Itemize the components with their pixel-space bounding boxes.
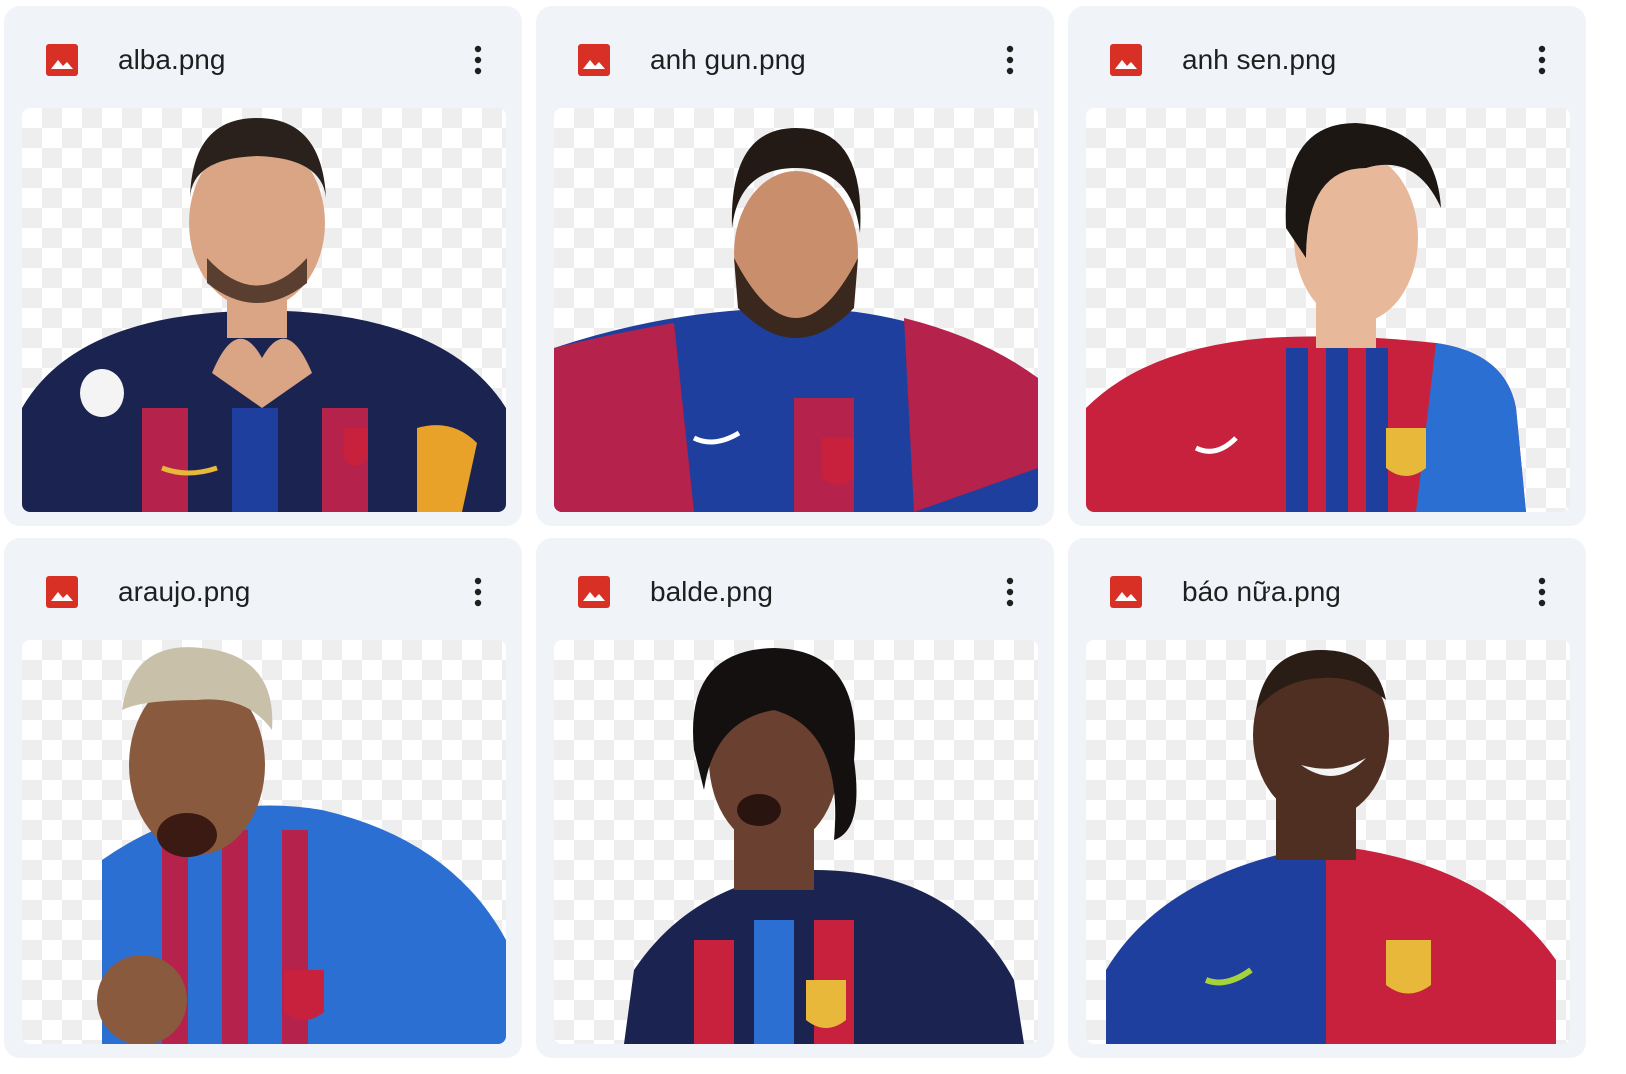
- file-card-header: anh sen.png: [1068, 6, 1586, 102]
- more-vert-icon[interactable]: [454, 568, 502, 616]
- image-icon: [578, 576, 610, 608]
- player-portrait: [1086, 123, 1526, 512]
- file-thumbnail[interactable]: [554, 108, 1038, 512]
- image-icon: [46, 44, 78, 76]
- image-icon: [578, 44, 610, 76]
- file-card[interactable]: balde.png: [536, 538, 1054, 1058]
- image-icon: [46, 576, 78, 608]
- file-thumbnail[interactable]: [22, 640, 506, 1044]
- image-icon: [1110, 44, 1142, 76]
- file-name: araujo.png: [118, 576, 251, 607]
- file-thumbnail[interactable]: [22, 108, 506, 512]
- file-card[interactable]: alba.png: [4, 6, 522, 526]
- file-thumbnail[interactable]: [1086, 640, 1570, 1044]
- player-portrait: [554, 128, 1038, 512]
- more-vert-icon[interactable]: [1518, 36, 1566, 84]
- player-portrait: [22, 118, 506, 512]
- file-card-header: balde.png: [536, 538, 1054, 634]
- player-portrait: [624, 648, 1024, 1044]
- file-card-header: alba.png: [4, 6, 522, 102]
- file-card[interactable]: báo nữa.png: [1068, 538, 1586, 1058]
- player-portrait: [97, 647, 506, 1044]
- more-vert-icon[interactable]: [986, 36, 1034, 84]
- file-name: báo nữa.png: [1182, 576, 1341, 607]
- more-vert-icon[interactable]: [986, 568, 1034, 616]
- file-thumbnail[interactable]: [554, 640, 1038, 1044]
- image-icon: [1110, 576, 1142, 608]
- file-card-header: anh gun.png: [536, 6, 1054, 102]
- file-card-header: báo nữa.png: [1068, 538, 1586, 634]
- file-thumbnail[interactable]: [1086, 108, 1570, 512]
- more-vert-icon[interactable]: [454, 36, 502, 84]
- player-portrait: [1106, 650, 1556, 1044]
- file-name: balde.png: [650, 576, 774, 607]
- file-name: alba.png: [118, 44, 226, 75]
- file-card[interactable]: anh sen.png: [1068, 6, 1586, 526]
- more-vert-icon[interactable]: [1518, 568, 1566, 616]
- file-name: anh sen.png: [1182, 44, 1337, 75]
- file-name: anh gun.png: [650, 44, 806, 75]
- file-grid: alba.png anh gun.png anh sen.png araujo.…: [0, 0, 1626, 1074]
- file-card[interactable]: anh gun.png: [536, 6, 1054, 526]
- file-card[interactable]: araujo.png: [4, 538, 522, 1058]
- file-card-header: araujo.png: [4, 538, 522, 634]
